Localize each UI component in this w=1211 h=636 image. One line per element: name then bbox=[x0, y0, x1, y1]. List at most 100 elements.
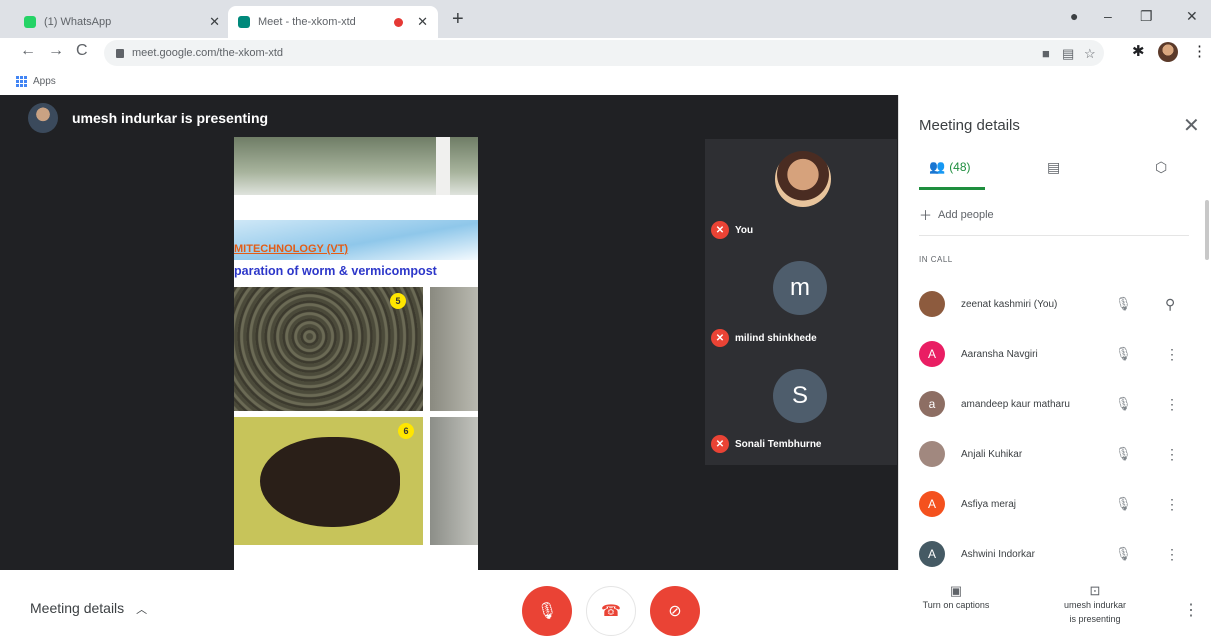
divider bbox=[919, 235, 1189, 236]
tile-label: ✕ Sonali Tembhurne bbox=[711, 435, 822, 453]
participant-name: Ashwini Indorkar bbox=[961, 548, 1035, 560]
profile-menu-icon[interactable]: ● bbox=[1070, 8, 1078, 24]
forward-icon[interactable]: → bbox=[48, 42, 64, 60]
presenter-bar: umesh indurkar is presenting bbox=[28, 103, 268, 133]
participant-row[interactable]: A Asfiya meraj 🎙 ⋮ bbox=[919, 479, 1189, 529]
mic-off-icon: 🎙 bbox=[1115, 396, 1132, 411]
more-options-icon[interactable]: ⋮ bbox=[1165, 446, 1179, 463]
participant-name: zeenat kashmiri (You) bbox=[961, 298, 1058, 310]
camera-icon[interactable]: ■ bbox=[1042, 46, 1050, 61]
address-bar[interactable]: meet.google.com/the-xkom-xtd ■ ▤ ☆ bbox=[104, 40, 1104, 66]
panel-title: Meeting details bbox=[919, 117, 1020, 134]
participant-row[interactable]: A Aaransha Navgiri 🎙 ⋮ bbox=[919, 329, 1189, 379]
participant-name: Aaransha Navgiri bbox=[961, 348, 1038, 360]
participant-avatar: A bbox=[919, 341, 945, 367]
tab-chat[interactable]: ▤ bbox=[1047, 159, 1060, 176]
close-tab-icon[interactable]: ✕ bbox=[417, 14, 428, 30]
tab-title: (1) WhatsApp bbox=[44, 16, 112, 28]
restore-button[interactable]: ❐ bbox=[1140, 8, 1153, 25]
tile-label: ✕ milind shinkhede bbox=[711, 329, 817, 347]
minimize-button[interactable]: – bbox=[1104, 8, 1112, 24]
tile-name: milind shinkhede bbox=[735, 332, 817, 344]
self-avatar bbox=[775, 151, 831, 207]
meeting-details-button[interactable]: Meeting details ︿ bbox=[30, 600, 147, 617]
browser-toolbar: ← → C meet.google.com/the-xkom-xtd ■ ▤ ☆… bbox=[0, 38, 1211, 68]
close-window-button[interactable]: ✕ bbox=[1186, 8, 1198, 25]
present-icon: ⊡ bbox=[1089, 583, 1101, 598]
participant-name: amandeep kaur matharu bbox=[961, 398, 1070, 410]
mic-off-icon: 🎙 bbox=[536, 603, 558, 620]
tab-whatsapp[interactable]: (1) WhatsApp ✕ bbox=[14, 6, 230, 38]
participant-list: zeenat kashmiri (You) 🎙 ⚲ A Aaransha Nav… bbox=[919, 279, 1189, 579]
slide-subheading: paration of worm & vermicompost bbox=[234, 264, 437, 278]
participant-row[interactable]: Anjali Kuhikar 🎙 ⋮ bbox=[919, 429, 1189, 479]
slide-photo: 6 bbox=[234, 417, 423, 545]
bookmarks-bar: Apps bbox=[0, 68, 1211, 94]
leave-call-button[interactable]: ☎ bbox=[586, 586, 636, 636]
mic-off-icon: 🎙 bbox=[1115, 346, 1132, 361]
presenter-avatar bbox=[28, 103, 58, 133]
participant-avatar: a bbox=[919, 391, 945, 417]
microphone-toggle[interactable]: 🎙 bbox=[522, 586, 572, 636]
slide-photo: 5 bbox=[234, 287, 423, 411]
activities-icon: ⬡ bbox=[1155, 159, 1168, 175]
tab-activities[interactable]: ⬡ bbox=[1155, 159, 1167, 176]
tile-name: You bbox=[735, 224, 754, 236]
participant-avatar: A bbox=[919, 491, 945, 517]
more-options-icon[interactable]: ⋮ bbox=[1165, 496, 1179, 513]
more-options-icon[interactable]: ⋮ bbox=[1183, 600, 1199, 620]
pin-icon[interactable]: ⚲ bbox=[1165, 296, 1175, 313]
slide-badge: 5 bbox=[390, 293, 406, 309]
mic-off-icon: ✕ bbox=[711, 329, 729, 347]
more-options-icon[interactable]: ⋮ bbox=[1165, 546, 1179, 563]
more-options-icon[interactable]: ⋮ bbox=[1165, 346, 1179, 363]
tab-people[interactable]: 👥 (48) bbox=[929, 159, 971, 175]
close-icon[interactable]: ✕ bbox=[1183, 113, 1200, 138]
lock-icon bbox=[116, 48, 124, 58]
panel-scrollbar[interactable] bbox=[1205, 200, 1209, 260]
meet-icon bbox=[238, 16, 250, 28]
more-options-icon[interactable]: ⋮ bbox=[1165, 396, 1179, 413]
whatsapp-icon bbox=[24, 16, 36, 28]
add-people-button[interactable]: ＋ Add people bbox=[919, 205, 994, 224]
profile-avatar[interactable] bbox=[1158, 42, 1178, 62]
participant-avatar bbox=[919, 441, 945, 467]
captions-button[interactable]: ▣ Turn on captions bbox=[906, 584, 1006, 612]
close-tab-icon[interactable]: ✕ bbox=[209, 14, 220, 30]
presentation-stage: umesh indurkar is presenting MITECHNOLOG… bbox=[0, 95, 898, 570]
translate-icon[interactable]: ▤ bbox=[1062, 46, 1074, 62]
chrome-menu-icon[interactable]: ⋮ bbox=[1192, 42, 1207, 60]
presenting-button[interactable]: ⊡ umesh indurkar is presenting bbox=[1040, 584, 1150, 626]
apps-grid-icon bbox=[16, 75, 27, 87]
participant-row[interactable]: a amandeep kaur matharu 🎙 ⋮ bbox=[919, 379, 1189, 429]
hang-up-icon: ☎ bbox=[601, 603, 621, 620]
mic-off-icon: ✕ bbox=[711, 221, 729, 239]
slide-photo bbox=[234, 137, 478, 195]
camera-toggle[interactable]: ⊘ bbox=[650, 586, 700, 636]
tab-meet[interactable]: Meet - the-xkom-xtd ✕ bbox=[228, 6, 438, 38]
tab-title: Meet - the-xkom-xtd bbox=[258, 16, 356, 28]
back-icon[interactable]: ← bbox=[20, 42, 36, 60]
chevron-up-icon: ︿ bbox=[136, 604, 148, 616]
mic-off-icon: 🎙 bbox=[1115, 496, 1132, 511]
extensions-icon[interactable]: ✱ bbox=[1132, 42, 1145, 60]
participant-avatar: S bbox=[773, 369, 827, 423]
captions-icon: ▣ bbox=[949, 583, 963, 598]
participant-row[interactable]: zeenat kashmiri (You) 🎙 ⚲ bbox=[919, 279, 1189, 329]
browser-tabstrip: (1) WhatsApp ✕ Meet - the-xkom-xtd ✕ + ●… bbox=[0, 0, 1211, 38]
presenting-label: umesh indurkar bbox=[1063, 600, 1127, 610]
participant-avatar: m bbox=[773, 261, 827, 315]
mic-off-icon: 🎙 bbox=[1115, 546, 1132, 561]
star-icon[interactable]: ☆ bbox=[1084, 46, 1096, 62]
chat-icon: ▤ bbox=[1047, 159, 1061, 175]
add-people-label: Add people bbox=[938, 208, 994, 221]
new-tab-button[interactable]: + bbox=[452, 8, 464, 31]
apps-bookmark[interactable]: Apps bbox=[33, 76, 56, 87]
meeting-details-label: Meeting details bbox=[30, 600, 125, 616]
reload-icon[interactable]: C bbox=[76, 42, 88, 60]
camera-off-icon: ⊘ bbox=[668, 603, 682, 620]
participant-name: Asfiya meraj bbox=[961, 498, 1017, 510]
presenting-label: is presenting bbox=[1069, 614, 1121, 624]
shared-slide: MITECHNOLOGY (VT) paration of worm & ver… bbox=[234, 137, 478, 570]
participant-tiles: ✕ You m ✕ milind shinkhede S ✕ Sonali Te… bbox=[705, 139, 897, 465]
